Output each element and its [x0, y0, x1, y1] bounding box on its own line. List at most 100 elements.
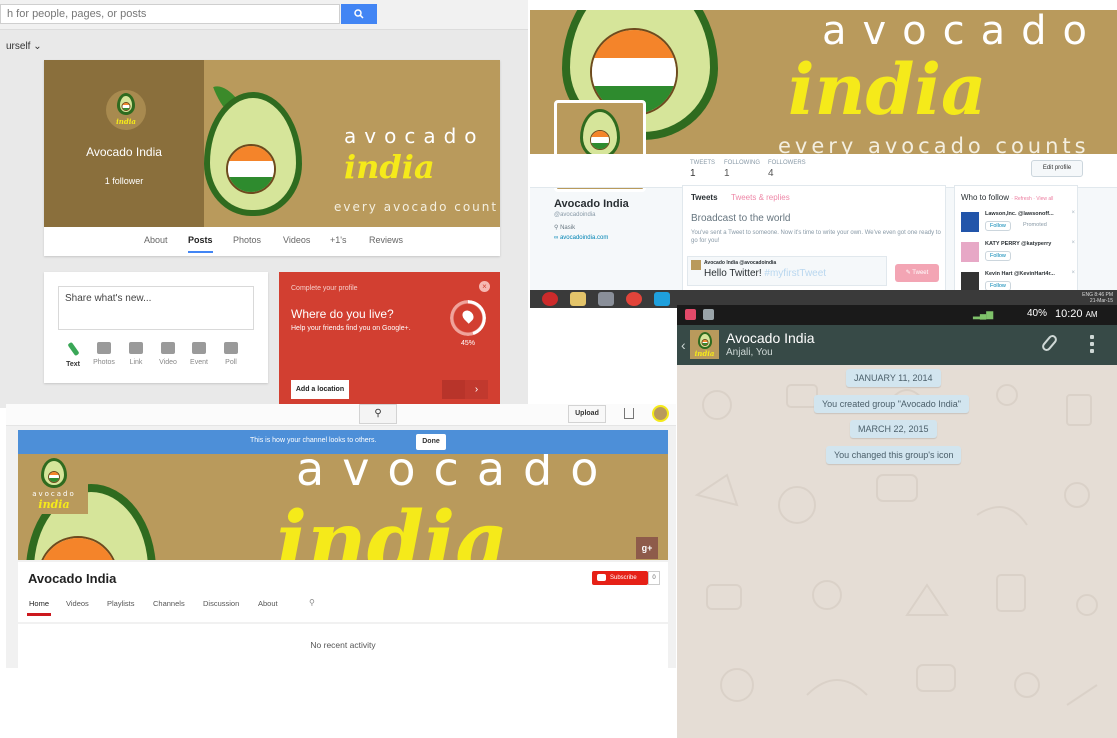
start-icon[interactable] — [542, 292, 558, 306]
channel-name: Avocado India — [28, 571, 117, 586]
close-icon[interactable]: × — [1071, 270, 1075, 276]
profile-tabs: About Posts Photos Videos +1's Reviews — [44, 227, 500, 256]
group-name[interactable]: Avocado India — [726, 330, 814, 346]
android-status-bar: ▂▄▆ 40% 10:20 AM — [677, 305, 1117, 325]
people-icon[interactable] — [598, 292, 614, 306]
youtube-topbar: ⚲ Upload — [6, 404, 676, 426]
channel-search-icon[interactable]: ⚲ — [309, 598, 315, 607]
draft-author: Avocado India @avocadoindia — [704, 260, 777, 266]
channel-icon[interactable]: avocado india — [20, 456, 88, 514]
subscribe-button[interactable]: Subscribe — [592, 571, 648, 585]
group-members: Anjali, You — [726, 347, 773, 358]
broadcast-title: Broadcast to the world — [691, 213, 791, 224]
calendar-icon — [192, 342, 206, 354]
broadcast-text: You've sent a Tweet to someone. Now it's… — [691, 230, 941, 244]
overflow-menu-icon[interactable] — [1090, 335, 1094, 355]
view-as-dropdown[interactable]: urself ⌄ — [6, 41, 42, 52]
tab-posts[interactable]: Posts — [188, 235, 213, 253]
location-pin-icon: ⚲ — [554, 225, 559, 231]
folder-icon[interactable] — [570, 292, 586, 306]
taskbar-clock[interactable]: ENG 8:46 PM 21-Mar-15 — [1082, 292, 1113, 304]
tweets-stat[interactable]: TWEETS 1 — [690, 160, 715, 179]
chevron-down-icon: ⌄ — [33, 41, 42, 52]
people-pages-posts-search-input[interactable]: h for people, pages, or posts — [0, 4, 340, 24]
share-photos-button[interactable]: Photos — [91, 342, 117, 366]
followers-stat-value: 4 — [768, 168, 774, 179]
paperclip-icon[interactable] — [1040, 333, 1059, 353]
where-do-you-live-question: Where do you live? — [291, 307, 394, 321]
edit-profile-button[interactable]: Edit profile — [1031, 160, 1083, 177]
tab-discussion[interactable]: Discussion — [203, 599, 239, 608]
tweets-stat-label: TWEETS — [690, 160, 715, 166]
draft-tweet-box[interactable]: Avocado India @avocadoindia Hello Twitte… — [687, 256, 887, 286]
tab-home[interactable]: Home — [26, 599, 52, 616]
add-location-button[interactable]: Add a location — [291, 380, 349, 399]
suggestion-name[interactable]: Lawson,Inc. @lawsonoff... — [985, 211, 1054, 217]
followers-stat[interactable]: FOLLOWERS 4 — [768, 160, 806, 179]
search-button[interactable]: ⚲ — [359, 404, 397, 424]
share-input[interactable]: Share what's new... — [58, 286, 254, 330]
tab-videos[interactable]: Videos — [283, 235, 310, 245]
followers-stat-label: FOLLOWERS — [768, 160, 806, 166]
tab-tweets-and-replies[interactable]: Tweets & replies — [731, 193, 790, 202]
share-text-button[interactable]: Text — [60, 341, 86, 368]
tab-plus-ones[interactable]: +1's — [330, 235, 346, 245]
draft-text: Hello Twitter! — [704, 268, 762, 279]
follow-button[interactable]: Follow — [985, 251, 1011, 261]
tab-channels[interactable]: Channels — [153, 599, 185, 608]
tab-photos[interactable]: Photos — [233, 235, 261, 245]
camera-icon — [97, 342, 111, 354]
chevron-right-icon[interactable]: › — [465, 380, 488, 399]
share-event-label: Event — [190, 359, 208, 366]
clipboard-icon — [703, 309, 714, 320]
google-plus-page-panel: h for people, pages, or posts urself ⌄ a… — [0, 0, 528, 408]
follower-count[interactable]: 1 follower — [44, 176, 204, 186]
link-icon: ∞ — [554, 235, 559, 241]
tab-videos[interactable]: Videos — [66, 599, 89, 608]
following-stat[interactable]: FOLLOWING 1 — [724, 160, 760, 179]
suggestion-name[interactable]: Kevin Hart @KevinHart4r... — [985, 271, 1055, 277]
page-avatar[interactable]: india — [106, 90, 146, 130]
share-event-button[interactable]: Event — [186, 342, 212, 366]
share-photos-label: Photos — [93, 359, 115, 366]
share-poll-button[interactable]: Poll — [218, 342, 244, 366]
notifications-icon[interactable] — [624, 408, 634, 419]
tagline: every avocado count — [334, 200, 499, 214]
follow-label: Follow — [990, 223, 1006, 229]
search-icon — [354, 9, 364, 19]
tab-about[interactable]: About — [258, 599, 278, 608]
upload-button[interactable]: Upload — [568, 405, 606, 423]
india-flag-seed — [226, 144, 276, 194]
share-link-button[interactable]: Link — [123, 342, 149, 366]
suggestion-avatar — [961, 242, 979, 262]
notification-icon — [685, 309, 696, 320]
chrome-icon[interactable] — [626, 292, 642, 306]
avocado-wordmark: avocado — [296, 454, 617, 496]
profile-website-link[interactable]: ∞ avocadoindia.com — [554, 235, 608, 241]
tab-reviews[interactable]: Reviews — [369, 235, 403, 245]
back-arrow-icon[interactable]: ‹ — [681, 337, 686, 353]
clock-date: 21-Mar-15 — [1089, 298, 1113, 304]
follow-button[interactable]: Follow — [985, 221, 1011, 231]
group-avatar[interactable]: india — [690, 330, 719, 359]
google-plus-topbar: h for people, pages, or posts — [0, 0, 528, 30]
tab-playlists[interactable]: Playlists — [107, 599, 135, 608]
share-video-button[interactable]: Video — [155, 342, 181, 366]
suggestion-name[interactable]: KATY PERRY @katyperry — [985, 241, 1051, 247]
close-icon[interactable]: × — [1071, 210, 1075, 216]
skype-icon[interactable] — [654, 292, 670, 306]
tab-tweets[interactable]: Tweets — [691, 193, 718, 202]
refresh-view-all-links[interactable]: · Refresh · View all — [1011, 196, 1053, 202]
tweet-button[interactable]: ✎ Tweet — [895, 264, 939, 282]
close-icon[interactable]: × — [1071, 240, 1075, 246]
tab-about[interactable]: About — [144, 235, 168, 245]
account-avatar[interactable] — [652, 405, 669, 422]
close-icon[interactable]: × — [479, 281, 490, 292]
done-button[interactable]: Done — [416, 434, 446, 450]
pencil-icon — [66, 341, 80, 357]
google-plus-link-icon[interactable]: g+ — [636, 537, 658, 559]
draft-hashtag: #myfirstTweet — [764, 268, 827, 279]
share-video-label: Video — [159, 359, 177, 366]
search-button[interactable] — [341, 4, 377, 24]
channel-art: avocado india — [18, 454, 668, 560]
